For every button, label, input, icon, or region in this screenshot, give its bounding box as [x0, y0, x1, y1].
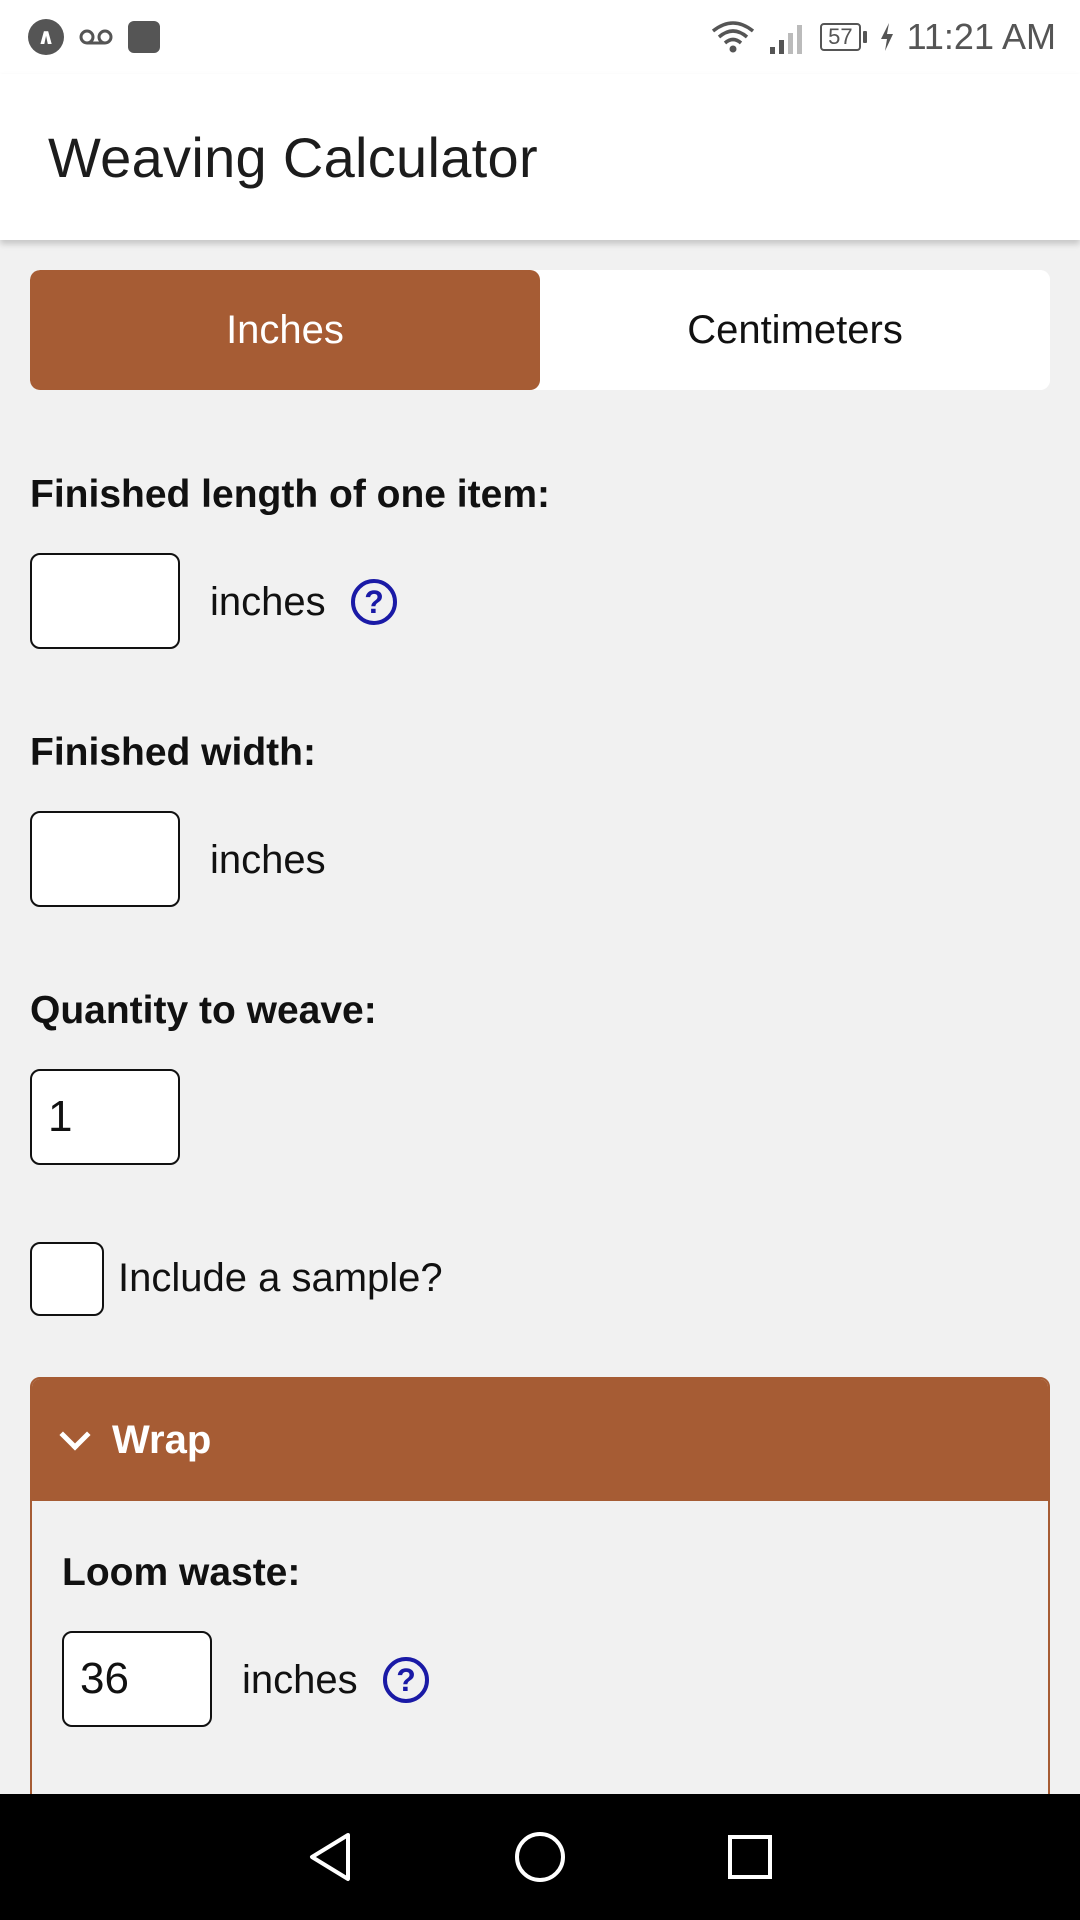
centimeters-tab[interactable]: Centimeters	[540, 270, 1050, 390]
signal-icon	[770, 25, 803, 54]
status-bar: ∧ 57 11:21 AM	[0, 0, 1080, 74]
loom-waste-input[interactable]	[62, 1631, 212, 1727]
loom-waste-help-icon[interactable]: ?	[383, 1657, 429, 1703]
wrap-accordion-title: Wrap	[112, 1417, 212, 1462]
battery-level: 57	[820, 23, 861, 51]
voicemail-icon	[79, 29, 113, 45]
screen: ∧ 57 11:21 AM Weaving Calculator Inches …	[0, 0, 1080, 1920]
status-right-icons: 57 11:21 AM	[710, 16, 1056, 58]
include-sample-checkbox[interactable]	[30, 1242, 104, 1316]
home-circle-icon	[515, 1832, 565, 1882]
finished-width-label: Finished width:	[30, 731, 316, 774]
navigation-bar	[0, 1794, 1080, 1920]
app-bar: Weaving Calculator	[0, 74, 1080, 240]
inches-tab[interactable]: Inches	[30, 270, 540, 390]
finished-length-input[interactable]	[30, 553, 180, 649]
recents-button[interactable]	[720, 1827, 780, 1887]
battery-icon: 57	[820, 23, 867, 51]
loom-waste-unit: inches	[242, 1658, 358, 1702]
recents-square-icon	[728, 1835, 772, 1879]
stop-icon	[128, 21, 160, 53]
back-triangle-icon	[310, 1833, 350, 1881]
quantity-label: Quantity to weave:	[30, 989, 377, 1032]
back-button[interactable]	[300, 1827, 360, 1887]
battery-tip	[862, 31, 867, 43]
status-left-icons: ∧	[28, 19, 160, 55]
page-title: Weaving Calculator	[48, 125, 538, 189]
status-time: 11:21 AM	[906, 16, 1056, 57]
app-badge-icon: ∧	[28, 19, 64, 55]
loom-waste-label: Loom waste:	[62, 1551, 301, 1594]
wrap-accordion: Wrap Loom waste: inches ?	[30, 1377, 1050, 1797]
wrap-accordion-header[interactable]: Wrap	[32, 1379, 1048, 1501]
include-sample-label: Include a sample?	[118, 1256, 443, 1300]
chevron-down-icon	[59, 1419, 91, 1451]
home-button[interactable]	[510, 1827, 570, 1887]
finished-length-unit: inches	[210, 580, 326, 624]
quantity-input[interactable]	[30, 1069, 180, 1165]
finished-length-help-icon[interactable]: ?	[351, 579, 397, 625]
finished-width-input[interactable]	[30, 811, 180, 907]
finished-width-unit: inches	[210, 838, 326, 882]
charging-icon	[880, 23, 893, 51]
wifi-icon	[711, 21, 755, 53]
unit-toggle: Inches Centimeters	[30, 270, 1050, 390]
finished-length-label: Finished length of one item:	[30, 473, 550, 516]
wrap-accordion-body: Loom waste: inches ?	[32, 1501, 1048, 1795]
